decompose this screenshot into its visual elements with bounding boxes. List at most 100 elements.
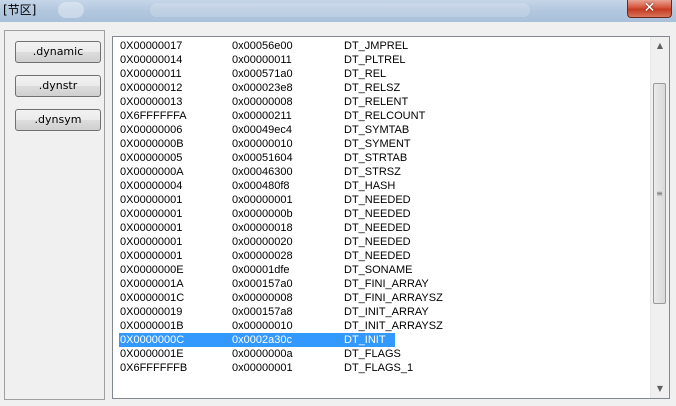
name-cell: DT_NEEDED	[344, 222, 411, 234]
list-item[interactable]: 0X00000001 0x00000020 DT_NEEDED	[115, 235, 650, 249]
list-item[interactable]: 0X00000019 0x000157a8 DT_INIT_ARRAY	[115, 305, 650, 319]
vertical-scrollbar[interactable]: ▲ ≡ ▼	[650, 37, 669, 398]
list-item[interactable]: 0X0000001E 0x0000000a DT_FLAGS	[115, 347, 650, 361]
tag-cell: 0X00000013	[120, 96, 183, 108]
name-cell: DT_SYMENT	[344, 138, 411, 150]
list-item[interactable]: 0X0000000E 0x00001dfe DT_SONAME	[115, 263, 650, 277]
tag-cell: 0X00000001	[120, 194, 183, 206]
value-cell: 0x0002a30c	[232, 334, 292, 346]
tag-cell: 0X00000001	[120, 250, 183, 262]
value-cell: 0x00051604	[232, 152, 293, 164]
scroll-up-arrow-icon[interactable]: ▲	[651, 37, 669, 54]
value-cell: 0x00000028	[232, 250, 293, 262]
tag-cell: 0X0000001B	[120, 320, 184, 332]
name-cell: DT_REL	[344, 68, 387, 80]
tag-cell: 0X0000000E	[120, 264, 184, 276]
dynsym-button[interactable]: .dynsym	[15, 109, 101, 131]
name-cell: DT_RELCOUNT	[344, 110, 426, 122]
close-button[interactable]: ✕	[627, 0, 672, 18]
tag-cell: 0X0000001C	[120, 292, 185, 304]
tag-cell: 0X0000001A	[120, 278, 184, 290]
list-rows: 0X00000017 0x00056e00 DT_JMPREL 0X00000014 0…	[115, 39, 650, 375]
value-cell: 0x00001dfe	[232, 264, 290, 276]
list-item[interactable]: 0X00000001 0x00000001 DT_NEEDED	[115, 193, 650, 207]
name-cell: DT_NEEDED	[344, 250, 411, 262]
value-cell: 0x00000010	[232, 138, 293, 150]
list-item[interactable]: 0X0000000C 0x0002a30c DT_INIT	[115, 333, 650, 347]
value-cell: 0x00000011	[232, 54, 292, 66]
list-item[interactable]: 0X00000001 0x00000028 DT_NEEDED	[115, 249, 650, 263]
value-cell: 0x00000018	[232, 222, 293, 234]
list-item[interactable]: 0X00000014 0x00000011 DT_PLTREL	[115, 53, 650, 67]
tag-cell: 0X00000001	[120, 222, 183, 234]
tag-cell: 0X00000017	[120, 40, 183, 52]
dynamic-button[interactable]: .dynamic	[15, 41, 101, 63]
value-cell: 0x000023e8	[232, 82, 293, 94]
title-bar-blur	[58, 2, 84, 18]
tag-cell: 0X00000012	[120, 82, 183, 94]
name-cell: DT_INIT_ARRAY	[344, 306, 429, 318]
list-item[interactable]: 0X6FFFFFFA 0x00000211 DT_RELCOUNT	[115, 109, 650, 123]
name-cell: DT_INIT_ARRAYSZ	[344, 320, 443, 332]
name-cell: DT_PLTREL	[344, 54, 406, 66]
tag-cell: 0X00000014	[120, 54, 183, 66]
list-item[interactable]: 0X00000005 0x00051604 DT_STRTAB	[115, 151, 650, 165]
value-cell: 0x00000010	[232, 320, 293, 332]
list-item[interactable]: 0X0000000A 0x00046300 DT_STRSZ	[115, 165, 650, 179]
list-item[interactable]: 0X00000017 0x00056e00 DT_JMPREL	[115, 39, 650, 53]
list-item[interactable]: 0X0000000B 0x00000010 DT_SYMENT	[115, 137, 650, 151]
list-item[interactable]: 0X6FFFFFFB 0x00000001 DT_FLAGS_1	[115, 361, 650, 375]
tag-cell: 0X00000001	[120, 236, 183, 248]
list-item[interactable]: 0X00000004 0x000480f8 DT_HASH	[115, 179, 650, 193]
tag-cell: 0X00000019	[120, 306, 183, 318]
tag-cell: 0X00000001	[120, 208, 183, 220]
tag-cell: 0X0000000B	[120, 138, 184, 150]
name-cell: DT_STRSZ	[344, 166, 401, 178]
name-cell: DT_RELENT	[344, 96, 409, 108]
value-cell: 0x00049ec4	[232, 124, 292, 136]
list-item[interactable]: 0X00000011 0x000571a0 DT_REL	[115, 67, 650, 81]
list-item[interactable]: 0X0000001B 0x00000010 DT_INIT_ARRAYSZ	[115, 319, 650, 333]
name-cell: DT_NEEDED	[344, 208, 411, 220]
list-item[interactable]: 0X0000001A 0x000157a0 DT_FINI_ARRAY	[115, 277, 650, 291]
name-cell: DT_JMPREL	[344, 40, 409, 52]
value-cell: 0x0000000a	[232, 348, 293, 360]
name-cell: DT_SYMTAB	[344, 124, 410, 136]
grip-icon: ≡	[656, 189, 663, 198]
close-icon: ✕	[643, 0, 656, 16]
value-cell: 0x00000008	[232, 292, 293, 304]
value-cell: 0x00000001	[232, 362, 293, 374]
name-cell: DT_SONAME	[344, 264, 413, 276]
dynamic-entries-list[interactable]: 0X00000017 0x00056e00 DT_JMPREL 0X00000014 0…	[112, 36, 670, 399]
list-item[interactable]: 0X00000001 0x0000000b DT_NEEDED	[115, 207, 650, 221]
name-cell: DT_FLAGS_1	[344, 362, 414, 374]
value-cell: 0x00000020	[232, 236, 293, 248]
tag-cell: 0X00000006	[120, 124, 183, 136]
name-cell: DT_NEEDED	[344, 236, 411, 248]
name-cell: DT_FLAGS	[344, 348, 401, 360]
value-cell: 0x00000211	[232, 110, 292, 122]
list-item[interactable]: 0X0000001C 0x00000008 DT_FINI_ARRAYSZ	[115, 291, 650, 305]
tag-cell: 0X0000001E	[120, 348, 184, 360]
list-item[interactable]: 0X00000013 0x00000008 DT_RELENT	[115, 95, 650, 109]
dynstr-button[interactable]: .dynstr	[15, 75, 101, 97]
name-cell: DT_HASH	[344, 180, 396, 192]
scroll-down-arrow-icon[interactable]: ▼	[651, 380, 669, 397]
value-cell: 0x000157a8	[232, 306, 293, 318]
value-cell: 0x00056e00	[232, 40, 293, 52]
value-cell: 0x00000001	[232, 194, 293, 206]
value-cell: 0x00000008	[232, 96, 293, 108]
title-bar-blur	[150, 3, 530, 17]
tag-cell: 0X6FFFFFFB	[120, 362, 188, 374]
name-cell: DT_RELSZ	[344, 82, 401, 94]
list-item[interactable]: 0X00000001 0x00000018 DT_NEEDED	[115, 221, 650, 235]
tag-cell: 0X00000011	[120, 68, 182, 80]
value-cell: 0x0000000b	[232, 208, 293, 220]
value-cell: 0x000571a0	[232, 68, 293, 80]
name-cell: DT_FINI_ARRAYSZ	[344, 292, 443, 304]
scroll-thumb[interactable]: ≡	[653, 83, 666, 304]
value-cell: 0x000157a0	[232, 278, 293, 290]
tag-cell: 0X00000005	[120, 152, 183, 164]
list-item[interactable]: 0X00000006 0x00049ec4 DT_SYMTAB	[115, 123, 650, 137]
list-item[interactable]: 0X00000012 0x000023e8 DT_RELSZ	[115, 81, 650, 95]
